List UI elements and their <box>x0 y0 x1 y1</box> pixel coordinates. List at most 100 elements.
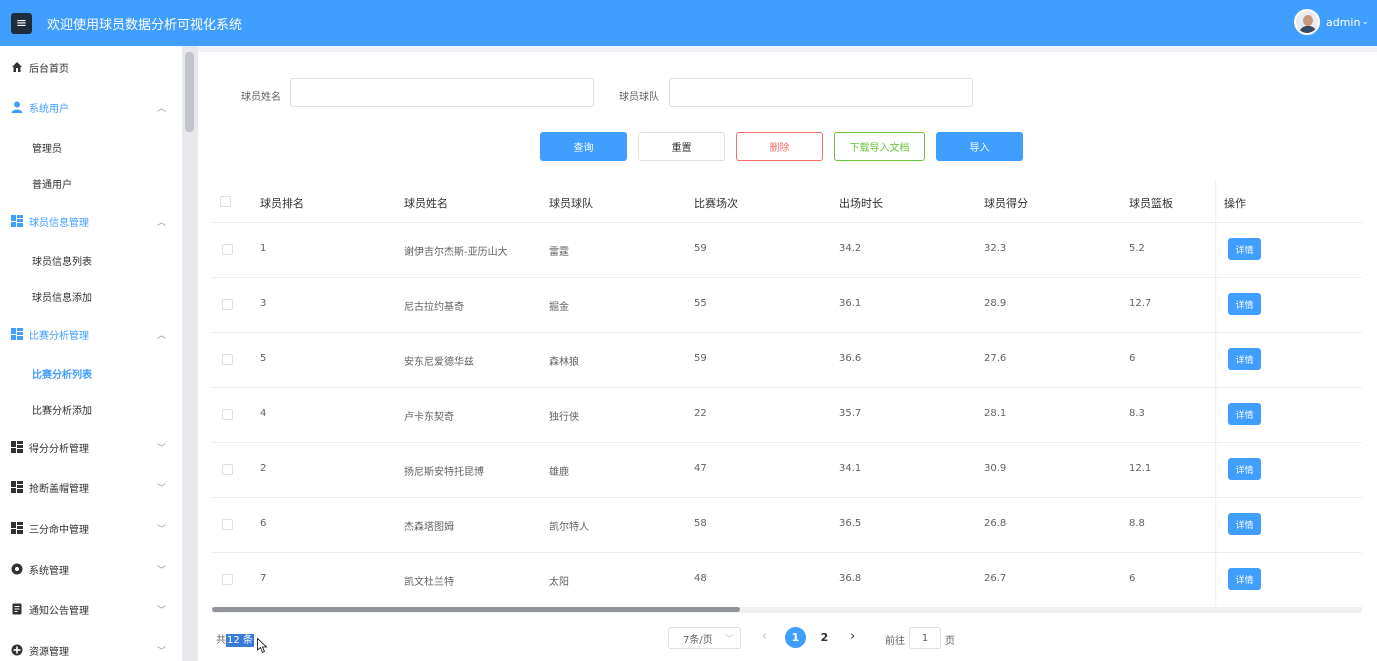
sidebar-item-label: 后台首页 <box>29 63 69 75</box>
cell-rank: 1 <box>260 243 267 254</box>
document-icon <box>12 603 22 615</box>
user-icon <box>11 101 23 113</box>
player-name-input[interactable] <box>290 78 594 107</box>
player-team-label: 球员球队 <box>619 92 659 103</box>
cell-rank: 2 <box>260 463 267 474</box>
sidebar-group-steal-block[interactable]: 抢断盖帽管理 ﹀ <box>0 477 182 497</box>
cell-name: 尼古拉约基奇 <box>404 302 464 313</box>
chevron-down-icon: ﹀ <box>724 634 734 645</box>
sidebar-item-normal-user[interactable]: 普通用户 <box>32 176 72 191</box>
cell-team: 森林狼 <box>549 357 579 368</box>
sidebar-item-label: 系统用户 <box>29 103 69 115</box>
cell-rebounds: 8.8 <box>1129 518 1145 529</box>
row-checkbox[interactable] <box>222 464 233 475</box>
page-2-button[interactable]: 2 <box>814 627 835 648</box>
mouse-cursor-icon <box>257 638 268 654</box>
plus-circle-icon <box>11 644 23 656</box>
page-1-button[interactable]: 1 <box>785 627 806 648</box>
column-header-points[interactable]: 球员得分 <box>984 195 1028 211</box>
cell-minutes: 34.1 <box>839 463 862 474</box>
player-team-input[interactable] <box>669 78 973 107</box>
table-header <box>212 180 1362 223</box>
detail-button[interactable]: 详情 <box>1228 458 1261 480</box>
sidebar-item-admin[interactable]: 管理员 <box>32 140 62 155</box>
cell-name: 扬尼斯安特托昆博 <box>404 467 484 478</box>
detail-button[interactable]: 详情 <box>1228 348 1261 370</box>
row-divider <box>212 332 1362 333</box>
detail-button[interactable]: 详情 <box>1228 513 1261 535</box>
chevron-down-icon: ﹀ <box>156 524 166 535</box>
sidebar-item-label: 球员信息管理 <box>29 217 89 229</box>
jump-page-input[interactable]: 1 <box>909 627 941 649</box>
cell-points: 28.9 <box>984 298 1007 309</box>
cell-games: 48 <box>694 573 707 584</box>
row-divider <box>212 497 1362 498</box>
column-header-team[interactable]: 球员球队 <box>549 195 593 211</box>
row-checkbox[interactable] <box>222 409 233 420</box>
row-checkbox[interactable] <box>222 519 233 530</box>
cell-rebounds: 12.7 <box>1129 298 1152 309</box>
user-menu[interactable]: admin ⌄ <box>1293 9 1369 35</box>
select-all-checkbox[interactable] <box>220 196 231 207</box>
column-header-rebounds[interactable]: 球员篮板 <box>1129 195 1173 211</box>
detail-button[interactable]: 详情 <box>1228 403 1261 425</box>
reset-button[interactable]: 重置 <box>638 132 725 161</box>
page-size-select[interactable]: 7条/页 ﹀ <box>668 627 741 649</box>
column-header-rank[interactable]: 球员排名 <box>260 195 304 211</box>
sidebar-item-player-add[interactable]: 球员信息添加 <box>32 289 92 304</box>
menu-toggle-button[interactable]: ≡ <box>11 12 32 34</box>
sidebar-group-score-analysis[interactable]: 得分分析管理 ﹀ <box>0 437 182 457</box>
cell-rebounds: 8.3 <box>1129 408 1145 419</box>
sidebar-item-label: 抢断盖帽管理 <box>29 483 89 495</box>
sidebar-group-system-management[interactable]: 系统管理 ﹀ <box>0 559 182 579</box>
cell-rebounds: 12.1 <box>1129 463 1152 474</box>
sidebar-item-player-list[interactable]: 球员信息列表 <box>32 253 92 268</box>
top-bar: ≡ 欢迎使用球员数据分析可视化系统 admin ⌄ <box>0 0 1377 46</box>
grid-icon <box>11 215 23 227</box>
sidebar-group-system-users[interactable]: 系统用户 ︿ <box>0 97 182 117</box>
sidebar-scrollbar[interactable] <box>182 46 198 661</box>
row-checkbox[interactable] <box>222 354 233 365</box>
username[interactable]: admin <box>1326 16 1360 29</box>
cell-team: 太阳 <box>549 577 569 588</box>
row-checkbox[interactable] <box>222 299 233 310</box>
cell-rank: 6 <box>260 518 267 529</box>
sidebar-item-home[interactable]: 后台首页 <box>0 57 182 77</box>
query-button[interactable]: 查询 <box>540 132 627 161</box>
chevron-down-icon: ﹀ <box>156 565 166 576</box>
table-horizontal-scrollbar[interactable] <box>212 607 1362 613</box>
delete-button[interactable]: 删除 <box>736 132 823 161</box>
detail-button[interactable]: 详情 <box>1228 293 1261 315</box>
sidebar-item-match-add[interactable]: 比赛分析添加 <box>32 402 92 417</box>
download-template-button[interactable]: 下载导入文档 <box>834 132 925 161</box>
avatar[interactable] <box>1293 9 1320 35</box>
column-header-actions: 操作 <box>1224 197 1246 210</box>
sidebar-group-resources[interactable]: 资源管理 ﹀ <box>0 640 182 660</box>
sidebar-group-three-point[interactable]: 三分命中管理 ﹀ <box>0 518 182 538</box>
sidebar-item-match-list[interactable]: 比赛分析列表 <box>32 366 92 381</box>
column-header-games[interactable]: 比赛场次 <box>694 195 738 211</box>
sidebar-group-player-info[interactable]: 球员信息管理 ︿ <box>0 211 182 231</box>
table-scrollbar-thumb[interactable] <box>212 607 740 612</box>
next-page-button[interactable]: › <box>850 629 855 644</box>
cell-points: 32.3 <box>984 243 1007 254</box>
column-header-name[interactable]: 球员姓名 <box>404 195 448 211</box>
cell-minutes: 35.7 <box>839 408 862 419</box>
cell-games: 58 <box>694 518 707 529</box>
detail-button[interactable]: 详情 <box>1228 238 1261 260</box>
sidebar-item-label: 系统管理 <box>29 565 69 577</box>
row-divider <box>212 387 1362 388</box>
sidebar-group-match-analysis[interactable]: 比赛分析管理 ︿ <box>0 324 182 344</box>
detail-button[interactable]: 详情 <box>1228 568 1261 590</box>
sidebar-group-notices[interactable]: 通知公告管理 ﹀ <box>0 599 182 619</box>
cell-points: 26.8 <box>984 518 1007 529</box>
import-button[interactable]: 导入 <box>936 132 1023 161</box>
row-checkbox[interactable] <box>222 574 233 585</box>
grid-icon <box>11 522 23 534</box>
row-checkbox[interactable] <box>222 244 233 255</box>
cell-rebounds: 5.2 <box>1129 243 1145 254</box>
column-header-minutes[interactable]: 出场时长 <box>839 195 883 211</box>
chevron-down-icon[interactable]: ⌄ <box>1361 17 1369 27</box>
sidebar-scrollbar-thumb[interactable] <box>185 52 194 132</box>
prev-page-button[interactable]: ‹ <box>762 629 767 644</box>
